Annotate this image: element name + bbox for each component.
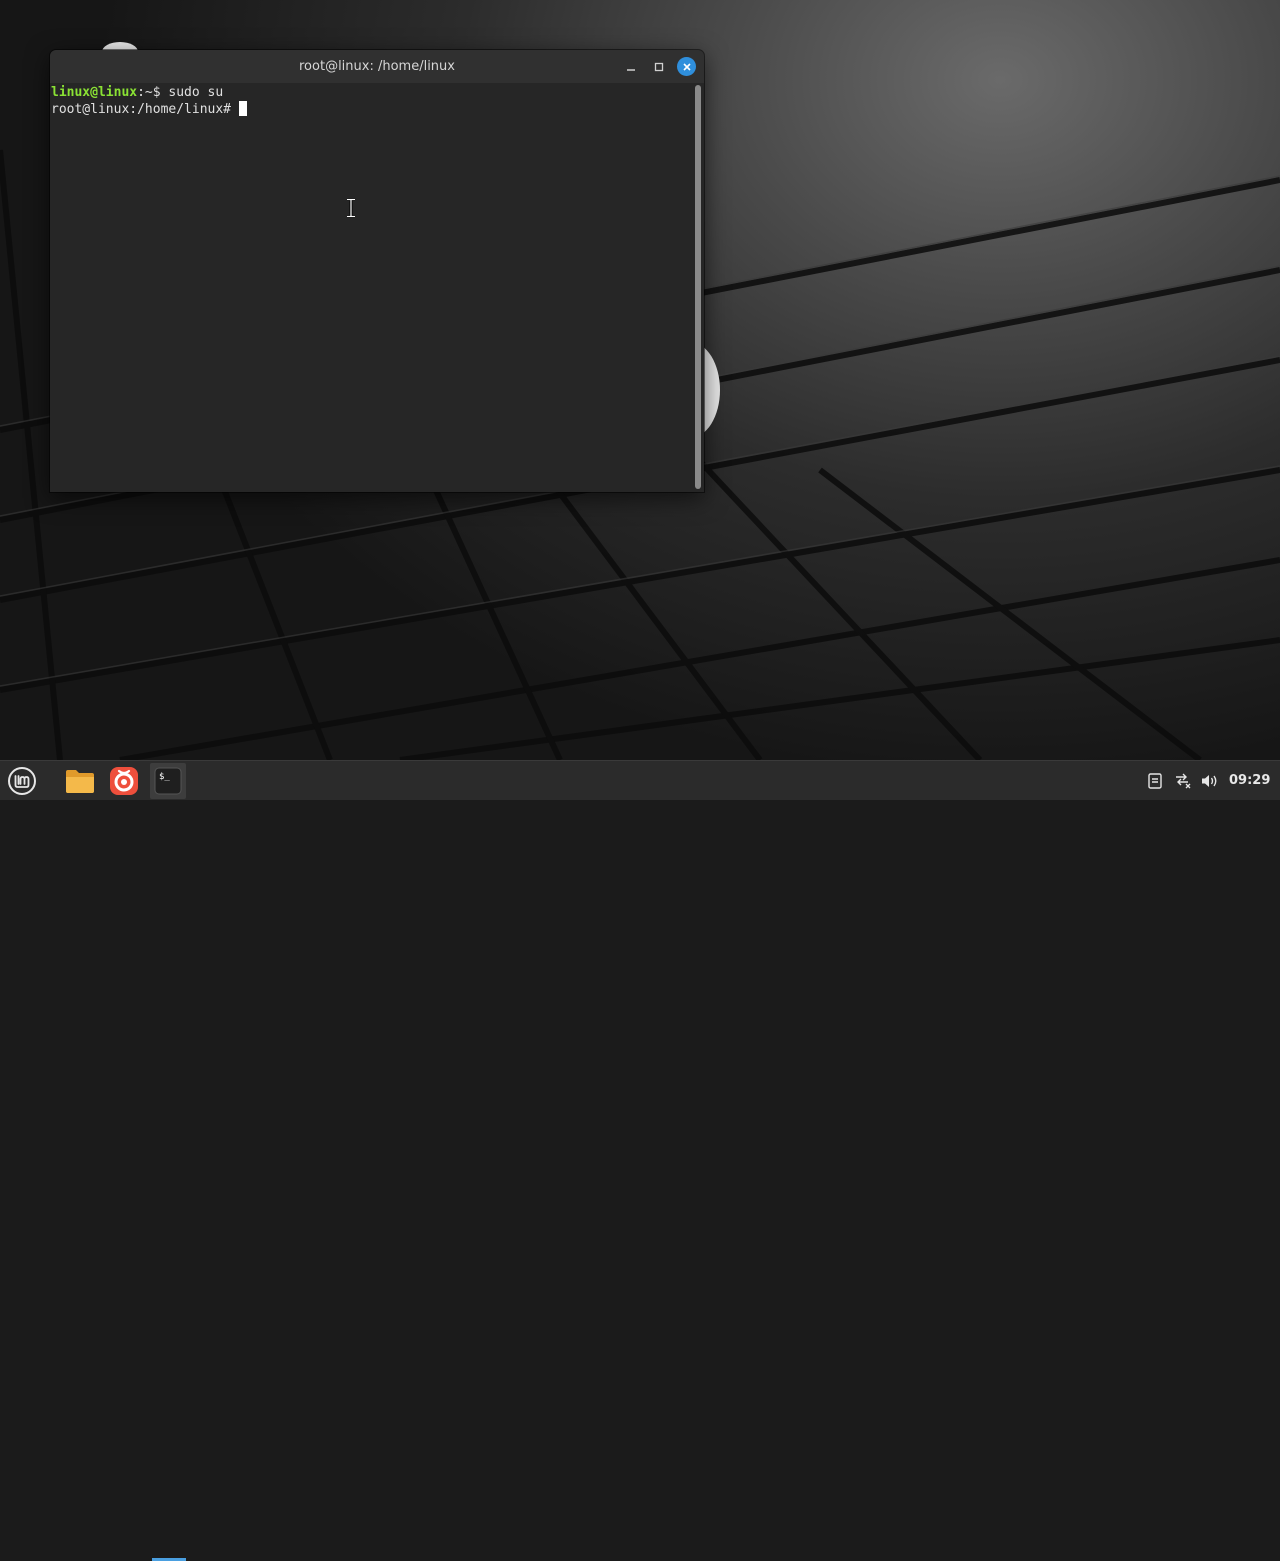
- terminal-launcher[interactable]: $_: [150, 763, 186, 799]
- terminal-window[interactable]: root@linux: /home/linux linux@linux:~$ s…: [50, 50, 704, 492]
- clipboard-tray[interactable]: [1146, 771, 1164, 791]
- network-tray[interactable]: [1174, 771, 1192, 791]
- scrollbar-thumb[interactable]: [695, 85, 701, 489]
- start-menu-button[interactable]: [4, 763, 40, 799]
- terminal-icon: $_: [154, 767, 182, 795]
- close-icon: [682, 62, 691, 71]
- root-prompt: root@linux:/home/linux#: [51, 102, 232, 117]
- text-cursor: [238, 101, 247, 116]
- network-disconnected-icon: [1176, 773, 1191, 789]
- folder-icon: [66, 770, 94, 793]
- svg-text:$_: $_: [159, 772, 170, 782]
- files-launcher[interactable]: [62, 763, 98, 799]
- maximize-icon: [654, 62, 663, 71]
- terminal-scrollbar[interactable]: [692, 83, 704, 492]
- minimize-button[interactable]: [621, 57, 640, 76]
- terminal-titlebar[interactable]: root@linux: /home/linux: [50, 50, 704, 83]
- browser-icon: [110, 767, 138, 795]
- prompt-user-host: linux@linux: [51, 85, 138, 100]
- volume-tray[interactable]: [1201, 771, 1219, 791]
- browser-launcher[interactable]: [106, 763, 142, 799]
- clipboard-icon: [1148, 773, 1162, 789]
- clock[interactable]: 09:29: [1229, 761, 1270, 801]
- command-text: sudo su: [160, 85, 224, 100]
- ibeam-cursor-icon: [347, 198, 355, 218]
- window-title: root@linux: /home/linux: [299, 59, 455, 74]
- taskbar: $_ 09:29: [0, 760, 1280, 1561]
- terminal-output[interactable]: linux@linux:~$ sudo su root@linux:/home/…: [50, 83, 692, 492]
- input-text: [231, 102, 239, 117]
- volume-icon: [1202, 775, 1217, 787]
- maximize-button[interactable]: [649, 57, 668, 76]
- menu-icon: [8, 767, 36, 795]
- minimize-icon: [626, 68, 635, 71]
- terminal-line: root@linux:/home/linux#: [51, 101, 692, 118]
- close-button[interactable]: [677, 57, 696, 76]
- terminal-line: linux@linux:~$ sudo su: [51, 84, 692, 101]
- prompt-path: :~$: [137, 85, 161, 100]
